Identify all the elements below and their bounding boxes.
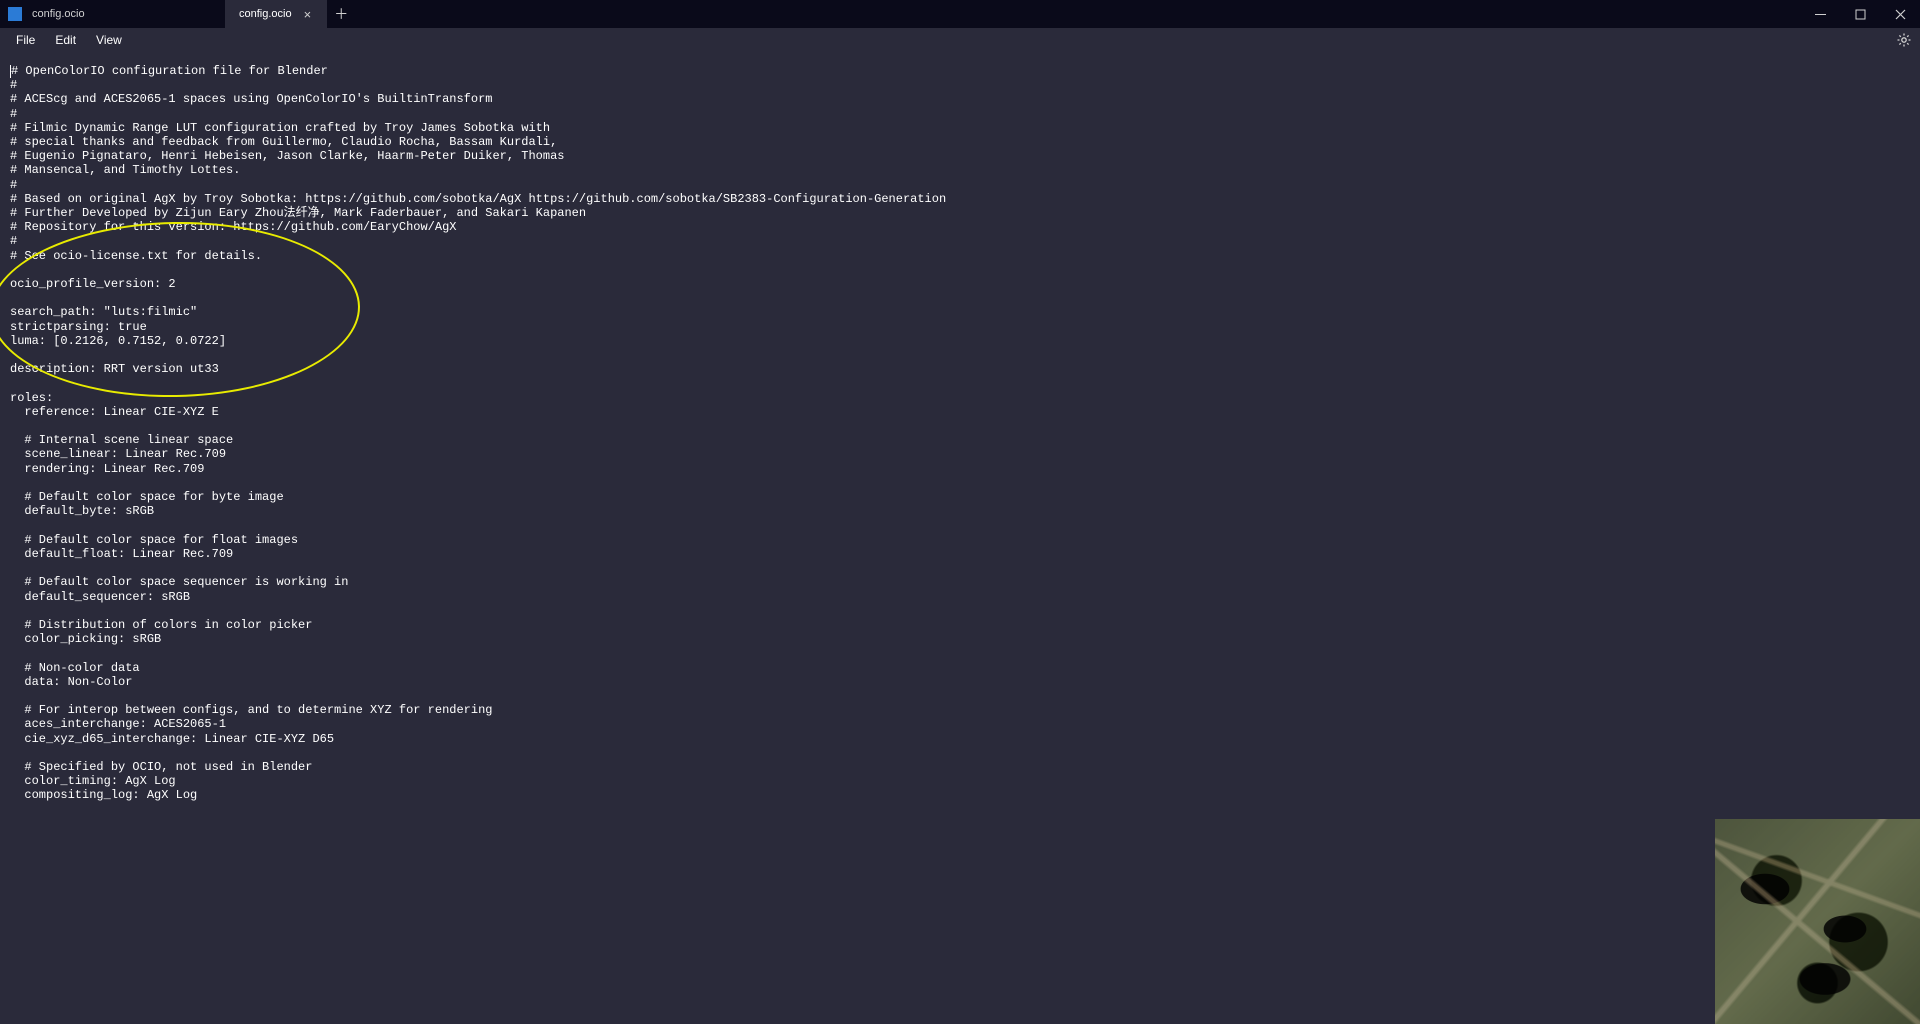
maximize-button[interactable] [1840, 0, 1880, 28]
tab-bar: config.ocio × ＋ [225, 0, 355, 28]
tab-label: config.ocio [239, 8, 292, 20]
menu-edit[interactable]: Edit [45, 30, 86, 50]
close-window-button[interactable] [1880, 0, 1920, 28]
app-icon [8, 7, 22, 21]
window-controls [1800, 0, 1920, 28]
menu-view[interactable]: View [86, 30, 132, 50]
settings-icon[interactable] [1896, 32, 1912, 53]
thumbnail-overlay [1715, 819, 1920, 1024]
tab-config-ocio[interactable]: config.ocio × [225, 0, 327, 28]
close-tab-icon[interactable]: × [302, 7, 314, 22]
menu-file[interactable]: File [6, 30, 45, 50]
minimize-button[interactable] [1800, 0, 1840, 28]
editor-area[interactable]: # OpenColorIO configuration file for Ble… [0, 52, 1920, 1024]
title-bar-left: config.ocio [0, 7, 85, 21]
menu-bar: File Edit View [0, 28, 1920, 52]
title-bar: config.ocio config.ocio × ＋ [0, 0, 1920, 28]
window-title: config.ocio [32, 8, 85, 20]
new-tab-button[interactable]: ＋ [327, 0, 355, 28]
